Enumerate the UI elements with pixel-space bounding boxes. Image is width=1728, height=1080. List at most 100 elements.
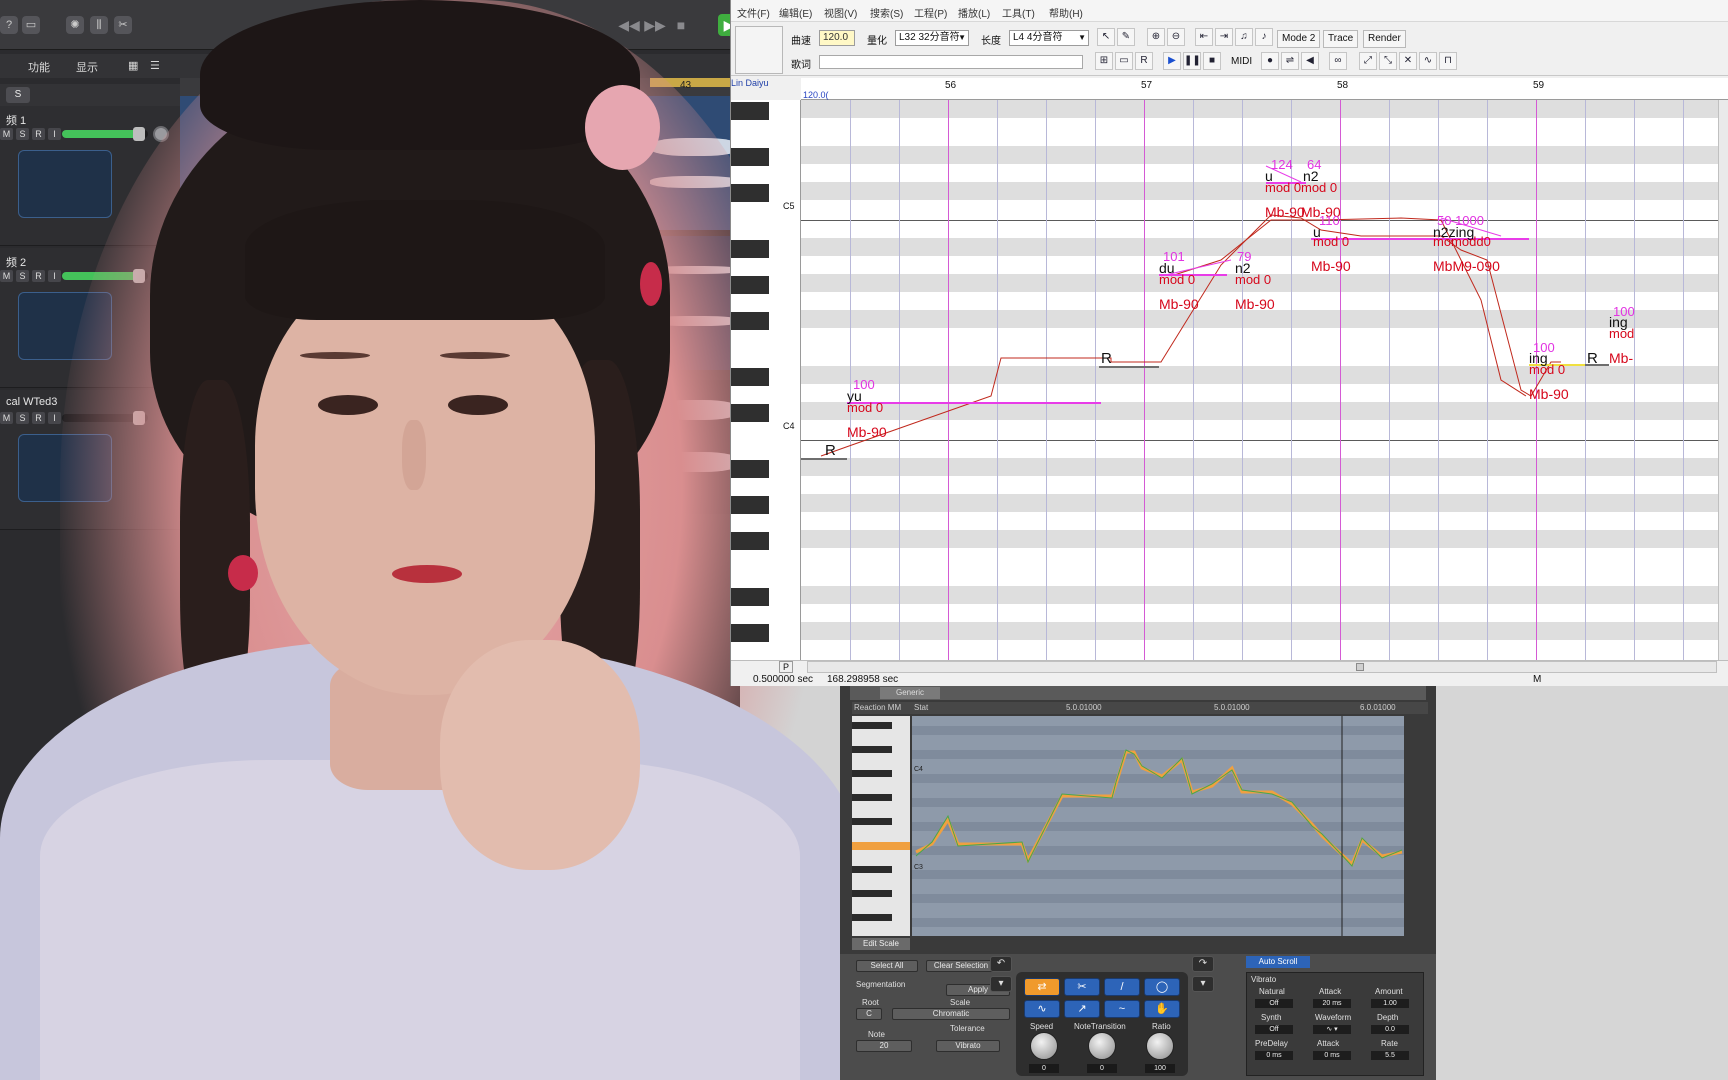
synth-value[interactable]: Off: [1255, 1025, 1293, 1034]
black-key[interactable]: [731, 148, 769, 166]
menu-view[interactable]: 视图(V): [824, 5, 857, 20]
menu-playback[interactable]: 播放(L): [958, 5, 990, 20]
black-key[interactable]: [852, 746, 892, 753]
go-end-icon[interactable]: ⇥: [1215, 28, 1233, 46]
black-key[interactable]: [731, 184, 769, 202]
speed-knob[interactable]: [1030, 1032, 1058, 1060]
auto-scroll-button[interactable]: Auto Scroll: [1246, 956, 1310, 968]
amount-value[interactable]: 1.00: [1371, 999, 1409, 1008]
menu-edit[interactable]: 编辑(E): [779, 5, 812, 20]
piano-keyboard[interactable]: C5 C4: [731, 100, 801, 660]
depth-value[interactable]: 0.0: [1371, 1025, 1409, 1034]
menu-project[interactable]: 工程(P): [914, 5, 947, 20]
pen-tool-icon[interactable]: ↗: [1064, 1000, 1100, 1018]
tempo-field[interactable]: 120.0: [819, 30, 855, 46]
black-key[interactable]: [731, 624, 769, 642]
black-key[interactable]: [852, 770, 892, 777]
note-transition-knob[interactable]: [1088, 1032, 1116, 1060]
pause-icon[interactable]: ❚❚: [1183, 52, 1201, 70]
black-key[interactable]: [731, 496, 769, 514]
black-key[interactable]: [852, 818, 892, 825]
length-select[interactable]: L4 4分音符 ▼: [1009, 30, 1089, 46]
black-key[interactable]: [852, 722, 892, 729]
scissors-tool-icon[interactable]: ✂: [1064, 978, 1100, 996]
attack-value[interactable]: 20 ms: [1313, 999, 1351, 1008]
ratio-knob[interactable]: [1146, 1032, 1174, 1060]
scroll-thumb[interactable]: [1356, 663, 1364, 671]
menu-file[interactable]: 文件(F): [737, 5, 770, 20]
tempo-marker[interactable]: 120.0(: [803, 90, 829, 100]
highlighted-key[interactable]: [852, 842, 910, 850]
black-key[interactable]: [731, 368, 769, 386]
redo-icon[interactable]: ↷: [1192, 956, 1214, 972]
pitch-tool-5-icon[interactable]: ⊓: [1439, 52, 1457, 70]
pitch-toggle-button[interactable]: P: [779, 661, 793, 673]
menu-help[interactable]: 帮助(H): [1049, 5, 1083, 20]
black-key[interactable]: [731, 312, 769, 330]
plugin-keyboard[interactable]: [852, 716, 910, 936]
note-bar[interactable]: [847, 402, 1101, 404]
black-key[interactable]: [852, 890, 892, 897]
clear-selection-button[interactable]: Clear Selection: [926, 960, 996, 972]
black-key[interactable]: [731, 240, 769, 258]
black-key[interactable]: [731, 532, 769, 550]
menu-search[interactable]: 搜索(S): [870, 5, 903, 20]
rest-note[interactable]: [801, 458, 847, 460]
insert-note-icon[interactable]: ⊞: [1095, 52, 1113, 70]
black-key[interactable]: [852, 794, 892, 801]
pitch-graph[interactable]: C4 C3: [912, 716, 1404, 936]
pencil-tool-icon[interactable]: ✎: [1117, 28, 1135, 46]
undo-icon[interactable]: ↶: [990, 956, 1012, 972]
pitch-tool-4-icon[interactable]: ∿: [1419, 52, 1437, 70]
sine-wave-icon[interactable]: ∿ ▾: [1313, 1025, 1351, 1034]
draw-tool-icon[interactable]: /: [1104, 978, 1140, 996]
menu-tools[interactable]: 工具(T): [1002, 5, 1035, 20]
speaker-icon[interactable]: ◀: [1301, 52, 1319, 70]
chevron-down-icon[interactable]: ▾: [1192, 976, 1214, 992]
curve-tool-icon[interactable]: ∿: [1024, 1000, 1060, 1018]
select-all-button[interactable]: Select All: [856, 960, 918, 972]
quantize-select[interactable]: L32 32分音符 ▼: [895, 30, 969, 46]
record-icon[interactable]: ●: [1261, 52, 1279, 70]
zoom-in-icon[interactable]: ⊕: [1147, 28, 1165, 46]
hand-tool-icon[interactable]: ✋: [1144, 1000, 1180, 1018]
root-select[interactable]: C: [856, 1008, 882, 1020]
zoom-out-icon[interactable]: ⊖: [1167, 28, 1185, 46]
black-key[interactable]: [731, 404, 769, 422]
mode2-button[interactable]: Mode 2: [1277, 30, 1321, 48]
bar-ruler[interactable]: 120.0( 56 57 58 59: [801, 78, 1728, 100]
vertical-scrollbar[interactable]: [1718, 100, 1728, 660]
edit-scale-button[interactable]: Edit Scale: [852, 938, 910, 950]
black-key[interactable]: [852, 866, 892, 873]
piano-roll[interactable]: R 100 yu mod 0 Mb-90 R 101 du mod 0 Mb-9…: [801, 100, 1728, 660]
singer-image-slot[interactable]: [735, 26, 783, 74]
preset-selector[interactable]: Generic: [880, 687, 940, 699]
black-key[interactable]: [731, 276, 769, 294]
predelay-value[interactable]: 0 ms: [1255, 1051, 1293, 1060]
rest-icon[interactable]: R: [1135, 52, 1153, 70]
metronome-icon[interactable]: ⇌: [1281, 52, 1299, 70]
pitch-tool-1-icon[interactable]: ⤢: [1359, 52, 1377, 70]
lyric-input[interactable]: [819, 55, 1083, 69]
chevron-down-icon[interactable]: ▾: [990, 976, 1012, 992]
next-note-icon[interactable]: ♪: [1255, 28, 1273, 46]
go-start-icon[interactable]: ⇤: [1195, 28, 1213, 46]
rate-value[interactable]: 5.5: [1371, 1051, 1409, 1060]
insert-rest-icon[interactable]: ▭: [1115, 52, 1133, 70]
black-key[interactable]: [731, 460, 769, 478]
vibrato-tolerance-button[interactable]: Vibrato: [936, 1040, 1000, 1052]
pitch-tool-2-icon[interactable]: ⤡: [1379, 52, 1397, 70]
prev-note-icon[interactable]: ♫: [1235, 28, 1253, 46]
trace-button[interactable]: Trace: [1323, 30, 1359, 48]
smooth-tool-icon[interactable]: ~: [1104, 1000, 1140, 1018]
note-tolerance-field[interactable]: 20: [856, 1040, 912, 1052]
pointer-tool-icon[interactable]: ↖: [1097, 28, 1115, 46]
pitch-tool-3-icon[interactable]: ✕: [1399, 52, 1417, 70]
horizontal-scrollbar[interactable]: [807, 661, 1717, 673]
loop-icon[interactable]: ∞: [1329, 52, 1347, 70]
attack2-value[interactable]: 0 ms: [1313, 1051, 1351, 1060]
natural-value[interactable]: Off: [1255, 999, 1293, 1008]
play-icon[interactable]: ▶: [1163, 52, 1181, 70]
scale-select[interactable]: Chromatic: [892, 1008, 1010, 1020]
black-key[interactable]: [852, 914, 892, 921]
